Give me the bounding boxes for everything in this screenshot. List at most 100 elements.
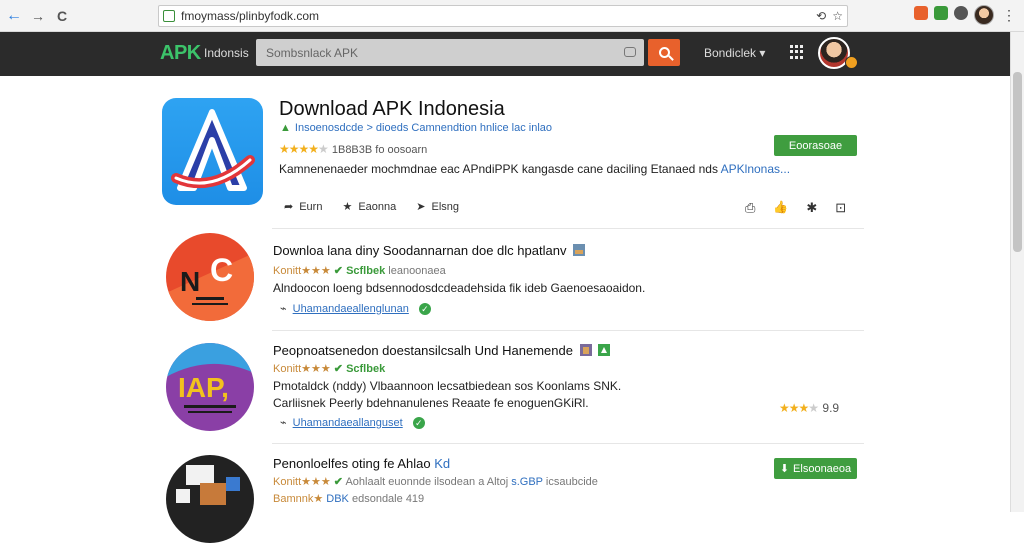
item-1-extra: leanoonaea	[388, 265, 446, 277]
notification-badge	[845, 56, 858, 69]
scrollbar-thumb[interactable]	[1013, 72, 1022, 252]
breadcrumb-text[interactable]: Insoenosdcde > dioeds Camnendtion hnlice…	[295, 122, 552, 134]
image-icon	[573, 244, 586, 256]
action-share[interactable]: ➦ Eurn	[284, 200, 322, 214]
item-title[interactable]: Peopnoatsenedon doestansilcsalh Und Hane…	[273, 343, 611, 358]
reload-button[interactable]: C	[52, 6, 72, 26]
browser-menu-icon[interactable]: ⋮	[1002, 8, 1016, 22]
divider	[272, 443, 864, 444]
item-1-link[interactable]: ⌁ Uhamandaeallenglunan ✓	[280, 302, 431, 315]
action-rate[interactable]: ★ Eaonna	[342, 200, 396, 214]
search-button[interactable]	[648, 39, 680, 66]
action-forward[interactable]: ➤ Elsng	[416, 200, 459, 214]
reload-icon: C	[56, 7, 68, 24]
back-arrow-icon: ←	[6, 6, 22, 24]
item-title[interactable]: Penonloelfes oting fe Ahlao Kd	[273, 456, 450, 471]
search-input[interactable]: Sombsnlack APK	[256, 39, 644, 66]
extension-icon-3[interactable]	[954, 6, 968, 20]
item-meta: Konitt★★★ ✔ Scflbek	[273, 362, 385, 375]
apps-grid-icon[interactable]	[790, 45, 804, 59]
star-empty-icon: ★	[808, 401, 820, 415]
hero-utility-icons: ⎙ 👍 ✱ ⊡	[745, 200, 846, 216]
install-button[interactable]: Eoorasoae	[774, 135, 857, 156]
android-icon	[598, 344, 611, 356]
breadcrumb: ▲ Insoenosdcde > dioeds Camnendtion hnlic…	[280, 122, 552, 134]
star-rating-icon: ★★★	[779, 401, 809, 415]
thumbs-up-icon[interactable]: 👍	[773, 200, 788, 216]
browser-toolbar: ← → C fmoymass/plinbyfodk.com ⟲ ☆ ⋮	[0, 0, 1024, 32]
url-text: fmoymass/plinbyfodk.com	[181, 9, 320, 23]
app-icon-item-3[interactable]	[166, 455, 254, 543]
item-2-link[interactable]: ⌁ Uhamandaeallanguset ✓	[280, 416, 425, 429]
hero-description-link[interactable]: APKlnonas...	[721, 162, 790, 176]
header-menu-label: Bondiclek	[704, 46, 757, 60]
item-3-rating-2: Bamnnk★	[273, 493, 324, 505]
item-2-description: Pmotaldck (nddy) Vlbaannoon lecsatbiedea…	[273, 379, 622, 393]
camera-icon[interactable]	[624, 47, 636, 57]
download-icon: ⬇	[779, 463, 790, 475]
more-icon[interactable]: ⊡	[835, 200, 846, 216]
page-scrollbar[interactable]	[1010, 32, 1024, 512]
address-bar[interactable]: fmoymass/plinbyfodk.com ⟲ ☆	[158, 5, 848, 27]
svg-text:IAP,: IAP,	[178, 372, 229, 403]
item-3-title-tag: Kd	[434, 456, 451, 471]
paperclip-icon: ⌁	[280, 303, 287, 315]
item-3-extra: euonnde ilsodean a Altoj	[388, 476, 509, 488]
rating-count: 1B8B3B fo oosoarn	[331, 144, 428, 156]
item-3-meta-link[interactable]: s.GBP	[511, 476, 543, 488]
android-icon: ▲	[280, 122, 291, 134]
bookmark-icon[interactable]: ⎙	[745, 200, 755, 216]
hero-description-text: Kamnenenaeder mochmdnae eac APndiPPK kan…	[279, 162, 718, 176]
item-2-description-line-2: Carliisnek Peerly bdehnanulenes Reaate f…	[273, 396, 589, 410]
translate-icon[interactable]: ⟲	[816, 9, 826, 23]
hero-app-icon[interactable]	[162, 98, 263, 205]
item-3-verify: Aohlaalt	[345, 476, 386, 488]
item-2-side-rating: ★★★★ 9.9	[779, 401, 839, 415]
search-icon	[658, 47, 670, 58]
item-meta-2: Bamnnk★ DBK edsondale 419	[273, 492, 424, 505]
iap-logo-icon: IAP,	[166, 343, 254, 413]
star-icon: ★	[342, 201, 353, 213]
item-title[interactable]: Downloa lana diny Soodannarnan doe dlc h…	[273, 243, 586, 258]
chevron-down-icon: ▾	[759, 46, 766, 60]
item-meta: Konitt★★★ ✔ Scflbek leanoonaea	[273, 264, 446, 277]
star-empty-icon: ★	[318, 142, 329, 156]
divider	[272, 228, 864, 229]
bookmark-star-icon[interactable]: ☆	[832, 9, 843, 23]
share-icon: ➦	[284, 201, 294, 213]
item-3-meta2-num: 419	[405, 493, 425, 505]
pin-icon[interactable]: ✱	[806, 200, 817, 216]
item-2-title: Peopnoatsenedon doestansilcsalh Und Hane…	[273, 343, 573, 358]
check-icon: ✓	[412, 417, 425, 429]
item-1-rating: Konitt★★★	[273, 265, 331, 277]
svg-text:N: N	[180, 266, 200, 297]
app-icon-item-1[interactable]: N C	[166, 233, 254, 321]
extension-icon-1[interactable]	[914, 6, 928, 20]
item-3-title: Penonloelfes oting fe Ahlao	[273, 456, 431, 471]
forward-button[interactable]: →	[28, 6, 48, 26]
divider	[272, 330, 864, 331]
hero-app-title: Download APK Indonesia	[279, 98, 505, 120]
verified-icon: ✔	[333, 363, 343, 375]
back-button[interactable]: ←	[4, 6, 24, 26]
item-2-rating: Konitt★★★	[273, 363, 331, 375]
item-3-rating: Konitt★★★	[273, 476, 331, 488]
app-icon-item-2[interactable]: IAP,	[166, 343, 254, 431]
header-menu-dropdown[interactable]: Bondiclek ▾	[704, 46, 765, 60]
paperclip-icon: ⌁	[280, 417, 287, 429]
item-2-link-text: Uhamandaeallanguset	[292, 417, 403, 429]
browser-profile-avatar[interactable]	[974, 5, 994, 25]
site-logo[interactable]: APK	[160, 42, 201, 65]
site-logo-subtitle: Indonsis	[204, 46, 249, 60]
hero-actions: ➦ Eurn ★ Eaonna ➤ Elsng	[284, 200, 459, 214]
extension-icon-2[interactable]	[934, 6, 948, 20]
item-1-description: Alndoocon loeng bdsennodosdcdeadehsida f…	[273, 281, 646, 295]
game-character-icon	[176, 465, 240, 505]
check-icon: ✓	[418, 303, 431, 315]
image-icon	[579, 344, 592, 356]
item-1-title: Downloa lana diny Soodannarnan doe dlc h…	[273, 243, 567, 258]
item-3-install-button[interactable]: ⬇ Elsoonaeoa	[774, 458, 857, 479]
install-button-label: Eoorasoae	[788, 139, 843, 152]
verified-icon: ✔	[333, 265, 343, 277]
item-3-meta2-link[interactable]: DBK	[326, 493, 349, 505]
